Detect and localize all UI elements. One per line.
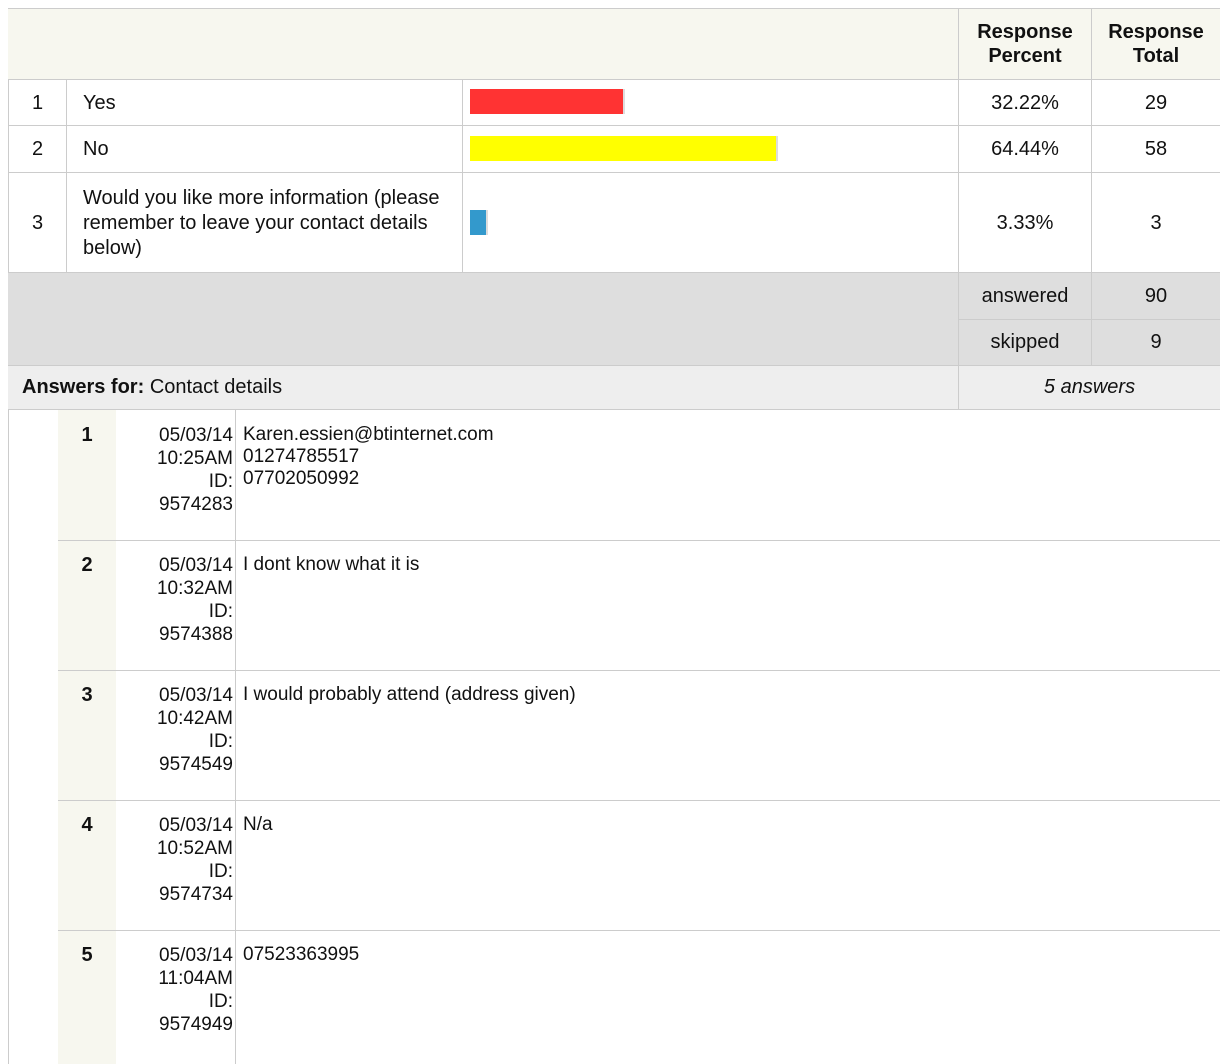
response-divider	[58, 540, 1220, 541]
response-text: N/a	[243, 814, 273, 835]
response-id-label: ID:	[208, 861, 233, 882]
answers-count: 5 answers	[1043, 376, 1136, 398]
row-number: 2	[31, 138, 44, 160]
response-divider	[58, 800, 1220, 801]
response-time: 10:52AM	[156, 838, 233, 859]
row-label: Would you like more information (please …	[83, 186, 440, 259]
response-time: 10:32AM	[156, 578, 233, 599]
row-total: 3	[1150, 211, 1162, 234]
row-total: 29	[1144, 91, 1168, 114]
response-id-label: ID:	[208, 731, 233, 752]
row-number: 1	[31, 91, 44, 114]
answered-label: answered	[981, 284, 1069, 307]
response-time: 11:04AM	[158, 968, 233, 989]
response-id-label: ID:	[208, 471, 233, 492]
answered-value: 90	[1144, 284, 1168, 307]
response-meta: 05/03/14 10:42AM ID: 9574549	[116, 684, 233, 794]
response-meta: 05/03/14 10:25AM ID: 9574283	[116, 424, 233, 534]
row-percent: 32.22%	[991, 91, 1059, 114]
response-number: 4	[81, 814, 93, 836]
responses-left-border	[8, 410, 9, 1064]
response-id-label: ID:	[208, 991, 233, 1012]
response-text: I dont know what it is	[243, 554, 420, 575]
response-meta: 05/03/14 10:32AM ID: 9574388	[116, 554, 233, 664]
bar-yes	[470, 89, 625, 114]
response-date: 05/03/14	[159, 815, 233, 836]
header-response-total: Response Total	[1108, 21, 1204, 67]
row-percent: 64.44%	[991, 138, 1059, 160]
skipped-label: skipped	[990, 331, 1060, 353]
row-number: 3	[31, 211, 44, 234]
response-text: Karen.essien@btinternet.com 01274785517 …	[243, 424, 494, 489]
row-label: No	[83, 138, 109, 160]
answers-title-prefix: Answers for:	[22, 376, 145, 398]
row-total: 58	[1144, 138, 1168, 160]
response-meta: 05/03/14 10:52AM ID: 9574734	[116, 814, 233, 924]
answers-title: Answers for: Contact details	[8, 365, 948, 410]
bar-more-info	[470, 210, 488, 235]
bar-no	[470, 136, 778, 161]
response-id: 9574734	[159, 884, 233, 905]
response-divider	[58, 670, 1220, 671]
response-number: 5	[81, 944, 93, 966]
response-number: 3	[81, 684, 93, 706]
response-id: 9574388	[159, 624, 233, 645]
response-meta: 05/03/14 11:04AM ID: 9574949	[116, 944, 233, 1054]
response-number: 2	[81, 554, 93, 576]
response-id-label: ID:	[208, 601, 233, 622]
answers-title-question: Contact details	[149, 376, 283, 398]
header-response-percent: Response Percent	[977, 21, 1073, 67]
response-date: 05/03/14	[159, 555, 233, 576]
response-text: I would probably attend (address given)	[243, 684, 576, 705]
row-label: Yes	[83, 91, 116, 114]
response-date: 05/03/14	[159, 685, 233, 706]
response-text: 07523363995	[243, 944, 360, 965]
response-id: 9574949	[159, 1014, 233, 1035]
response-id: 9574549	[159, 754, 233, 775]
response-date: 05/03/14	[159, 425, 233, 446]
response-id: 9574283	[159, 494, 233, 515]
response-date: 05/03/14	[159, 945, 233, 966]
responses-meta-divider	[235, 410, 236, 1064]
row-percent: 3.33%	[996, 211, 1054, 234]
col-divider	[462, 80, 463, 273]
skipped-value: 9	[1150, 331, 1162, 353]
response-divider	[58, 930, 1220, 931]
response-time: 10:42AM	[156, 708, 233, 729]
response-number: 1	[81, 424, 93, 446]
response-time: 10:25AM	[156, 448, 233, 469]
